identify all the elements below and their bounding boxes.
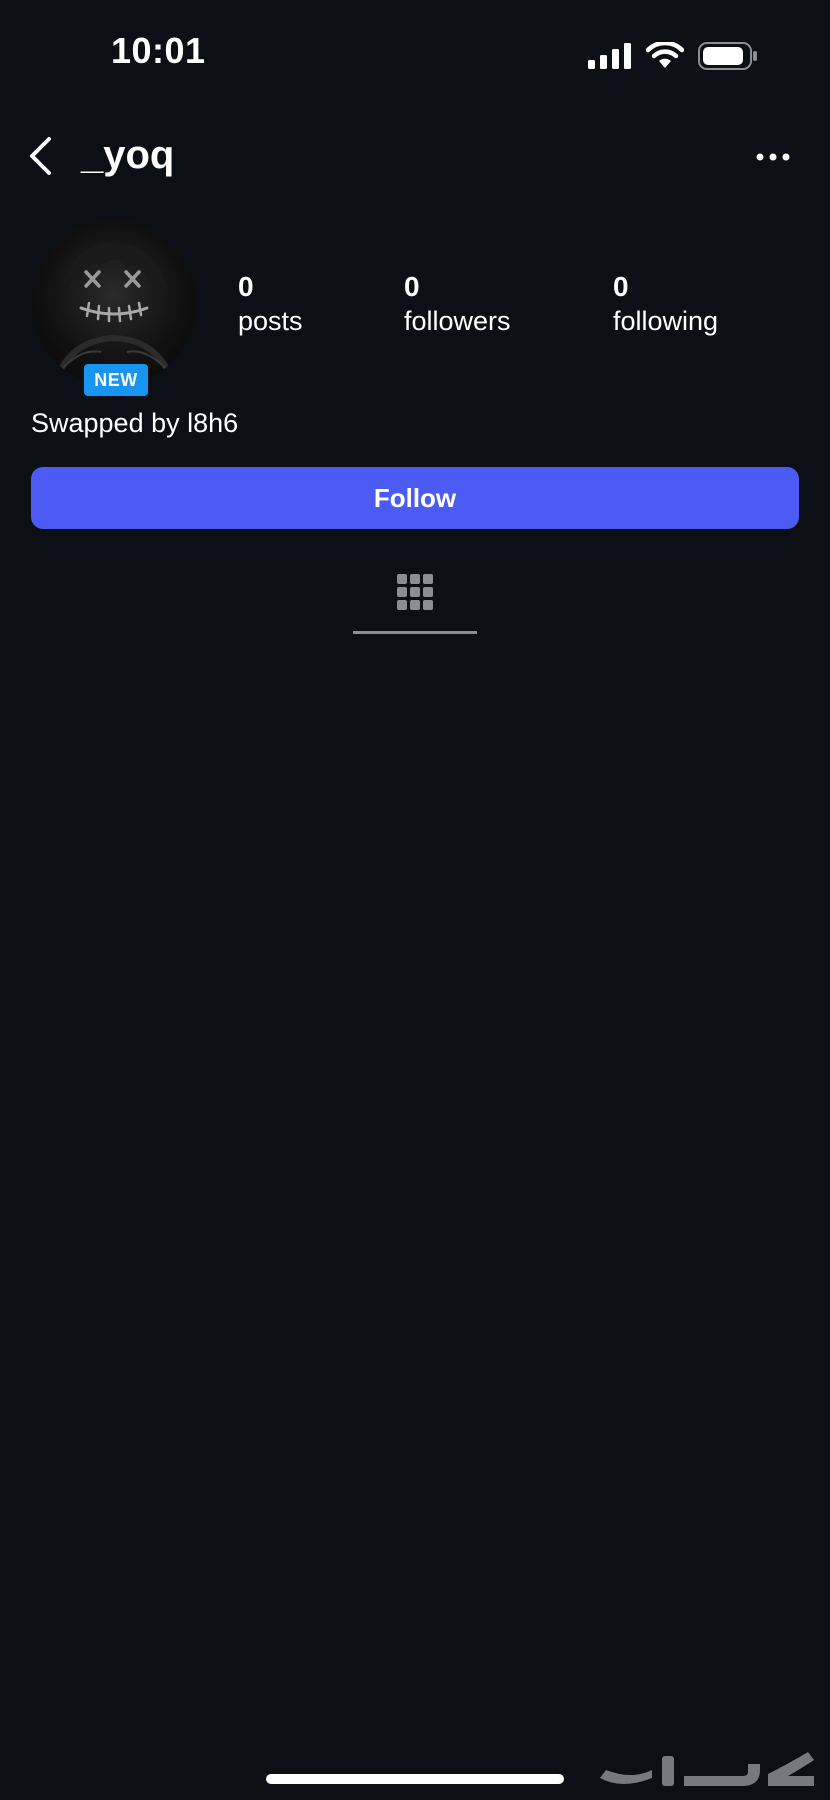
home-indicator[interactable] [266, 1774, 564, 1784]
stat-following[interactable]: 0 following [613, 270, 718, 338]
tab-posts-grid[interactable] [353, 566, 477, 634]
status-icons [588, 40, 758, 72]
more-options-button[interactable] [748, 140, 798, 174]
profile-bio: Swapped by l8h6 [31, 408, 239, 438]
stat-followers-count: 0 [404, 271, 420, 302]
stat-following-label: following [613, 306, 719, 336]
signal-icon [588, 43, 631, 69]
tab-active-indicator [353, 631, 477, 634]
stat-posts-label: posts [238, 306, 303, 336]
follow-button[interactable]: Follow [31, 467, 799, 529]
stat-followers[interactable]: 0 followers [404, 270, 511, 338]
stat-following-count: 0 [613, 271, 629, 302]
back-button[interactable] [18, 132, 62, 180]
profile-username: _yoq [81, 133, 175, 177]
watermark-logo [600, 1752, 814, 1786]
ellipsis-icon [756, 153, 790, 161]
grid-icon [397, 574, 433, 610]
new-badge: NEW [82, 362, 150, 398]
wifi-icon [646, 42, 684, 68]
stat-posts[interactable]: 0 posts [238, 270, 303, 338]
status-time: 10:01 [111, 30, 206, 71]
stat-posts-count: 0 [238, 271, 254, 302]
stat-followers-label: followers [404, 306, 511, 336]
battery-icon [698, 42, 757, 70]
chevron-left-icon [30, 137, 51, 175]
